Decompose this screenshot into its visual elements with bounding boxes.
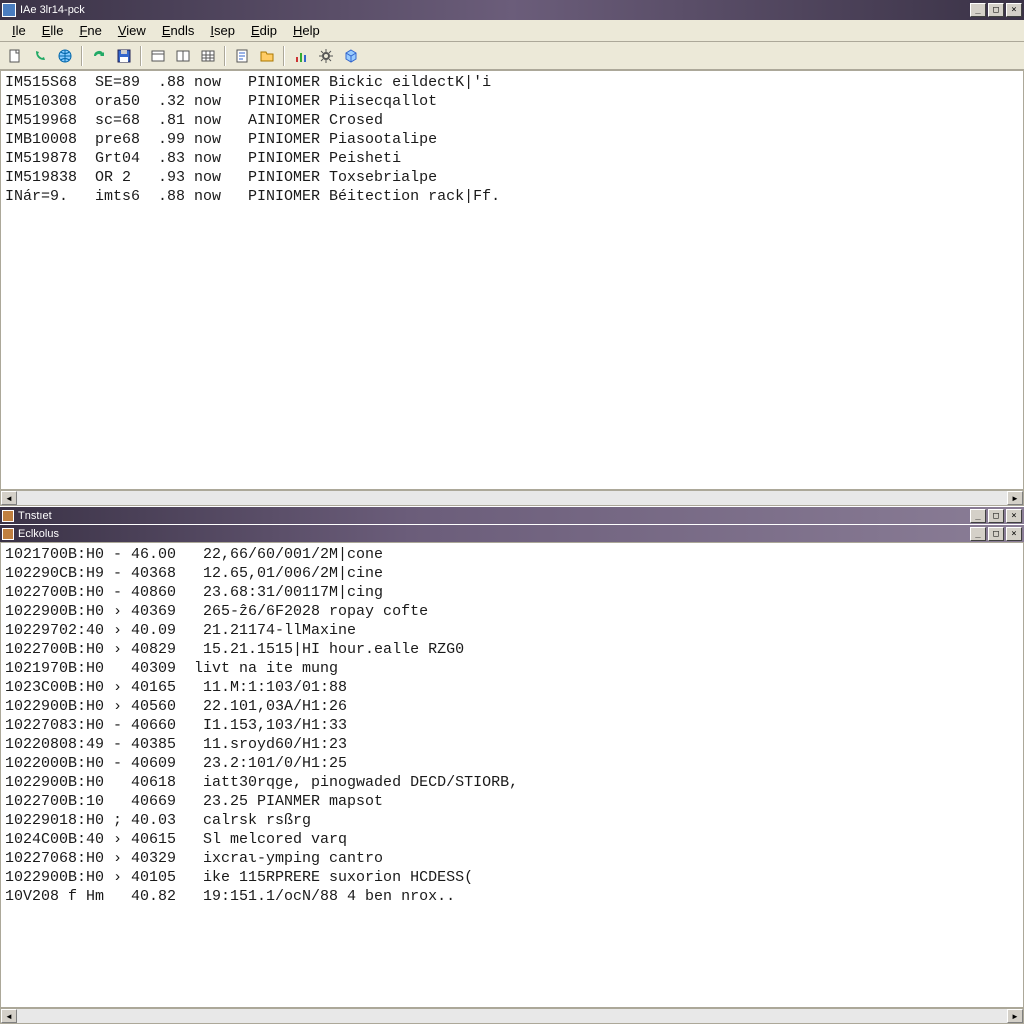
scroll-right-icon[interactable]: ► — [1007, 491, 1023, 505]
panel-icon — [2, 528, 14, 540]
menu-view[interactable]: View — [110, 21, 154, 40]
toolbar-sep — [224, 46, 226, 66]
log-row[interactable]: 1021700B:H0 - 46.00 22,66/60/001/2M|cone — [5, 545, 1019, 564]
upper-hscrollbar[interactable]: ◄ ► — [0, 490, 1024, 506]
tool-view[interactable] — [197, 45, 219, 67]
menu-fne[interactable]: Fne — [71, 21, 109, 40]
log-row[interactable]: 1022900B:H0 › 40369 265-ẑ6/6F2028 ropay … — [5, 602, 1019, 621]
log-row[interactable]: IM519838 OR 2 .93 now PINIOMER Toxsebria… — [5, 168, 1019, 187]
doc-icon — [234, 48, 250, 64]
app-icon — [2, 3, 16, 17]
scroll-track[interactable] — [17, 491, 1007, 505]
file-icon — [7, 48, 23, 64]
maximize-button[interactable]: □ — [988, 3, 1004, 17]
tool-panel2[interactable] — [172, 45, 194, 67]
titlebar: IAe 3lr14-pck _ □ × — [0, 0, 1024, 20]
tool-cube[interactable] — [340, 45, 362, 67]
log-row[interactable]: 10227083:H0 - 40660 I1.153,103/H1:33 — [5, 716, 1019, 735]
disk-icon — [116, 48, 132, 64]
log-row[interactable]: 1022900B:H0 › 40105 ike 115RPRERE suxori… — [5, 868, 1019, 887]
sub2-close[interactable]: × — [1006, 527, 1022, 541]
log-row[interactable]: 1021970B:H0 40309 livt na ite mung — [5, 659, 1019, 678]
log-row[interactable]: IM519878 Grt04 .83 now PINIOMER Peisheti — [5, 149, 1019, 168]
tool-gear[interactable] — [315, 45, 337, 67]
menu-edip[interactable]: Edip — [243, 21, 285, 40]
sub1-minimize[interactable]: _ — [970, 509, 986, 523]
lower-hscrollbar[interactable]: ◄ ► — [0, 1008, 1024, 1024]
panel-icon — [150, 48, 166, 64]
tool-open[interactable] — [231, 45, 253, 67]
log-row[interactable]: IM519968 sc=68 .81 now AINIOMER Crosed — [5, 111, 1019, 130]
phone-icon — [32, 48, 48, 64]
close-icon: × — [1011, 5, 1016, 15]
log-row[interactable]: 10229018:H0 ; 40.03 calrsk rsßrg — [5, 811, 1019, 830]
toolbar-sep — [140, 46, 142, 66]
lower-pane[interactable]: 1021700B:H0 - 46.00 22,66/60/001/2M|cone… — [0, 542, 1024, 1008]
toolbar-sep — [81, 46, 83, 66]
tool-chart[interactable] — [290, 45, 312, 67]
log-row[interactable]: IM510308 ora50 .32 now PINIOMER Piisecqa… — [5, 92, 1019, 111]
toolbar — [0, 42, 1024, 70]
split-icon — [175, 48, 191, 64]
upper-pane[interactable]: IM515S68 SE=89 .88 now PINIOMER Bickic e… — [0, 70, 1024, 490]
sub-title-2: Eclkolus — [18, 528, 59, 540]
log-row[interactable]: INár=9. imts6 .88 now PINIOMER Béitectio… — [5, 187, 1019, 206]
tool-phone[interactable] — [29, 45, 51, 67]
scroll-track[interactable] — [17, 1009, 1007, 1023]
log-row[interactable]: 10227068:H0 › 40329 ixcraι-ymping cantro — [5, 849, 1019, 868]
toolbar-sep — [283, 46, 285, 66]
log-row[interactable]: 1023C00B:H0 › 40165 11.M:1:103/01:88 — [5, 678, 1019, 697]
window-title: IAe 3lr14-pck — [20, 4, 85, 16]
log-row[interactable]: 1022000B:H0 - 40609 23.2:101/0/H1:25 — [5, 754, 1019, 773]
tool-refresh[interactable] — [88, 45, 110, 67]
menu-help[interactable]: Help — [285, 21, 328, 40]
log-row[interactable]: 1022700B:H0 - 40860 23.68:31/00117M|cing — [5, 583, 1019, 602]
sub2-maximize[interactable]: □ — [988, 527, 1004, 541]
menu-endls[interactable]: Endls — [154, 21, 203, 40]
close-button[interactable]: × — [1006, 3, 1022, 17]
log-row[interactable]: 1022900B:H0 40618 iatt30rqge, pinogwaded… — [5, 773, 1019, 792]
menu-elle[interactable]: Elle — [34, 21, 72, 40]
sub2-minimize[interactable]: _ — [970, 527, 986, 541]
sub-title-1: Tnstıet — [18, 510, 52, 522]
sub1-maximize[interactable]: □ — [988, 509, 1004, 523]
log-row[interactable]: 10229702:40 › 40.09 21.21174-llMaxine — [5, 621, 1019, 640]
maximize-icon: □ — [993, 5, 998, 15]
scroll-left-icon[interactable]: ◄ — [1, 1009, 17, 1023]
sub-titlebar-1: Tnstıet _ □ × — [0, 506, 1024, 524]
cube-icon — [343, 48, 359, 64]
log-row[interactable]: 10V208 f Hm 40.82 19:151.1/ocN/88 4 ben … — [5, 887, 1019, 906]
folder-icon — [259, 48, 275, 64]
log-row[interactable]: 1022900B:H0 › 40560 22.101,03A/H1:26 — [5, 697, 1019, 716]
menu-isep[interactable]: Isep — [202, 21, 243, 40]
scroll-right-icon[interactable]: ► — [1007, 1009, 1023, 1023]
log-row[interactable]: IM515S68 SE=89 .88 now PINIOMER Bickic e… — [5, 73, 1019, 92]
main-window: IAe 3lr14-pck _ □ × Ile Elle Fne View En… — [0, 0, 1024, 1024]
tool-globe[interactable] — [54, 45, 76, 67]
scroll-left-icon[interactable]: ◄ — [1, 491, 17, 505]
tool-folder[interactable] — [256, 45, 278, 67]
sub1-close[interactable]: × — [1006, 509, 1022, 523]
globe-icon — [57, 48, 73, 64]
log-row[interactable]: 10220808:49 - 40385 11.sroyd60/H1:23 — [5, 735, 1019, 754]
grid-icon — [200, 48, 216, 64]
tool-panel[interactable] — [147, 45, 169, 67]
log-row[interactable]: 1022700B:10 40669 23.25 PIANMER mapsot — [5, 792, 1019, 811]
minimize-button[interactable]: _ — [970, 3, 986, 17]
refresh-icon — [91, 48, 107, 64]
log-row[interactable]: IMB10008 pre68 .99 now PINIOMER Piasoota… — [5, 130, 1019, 149]
panel-icon — [2, 510, 14, 522]
log-row[interactable]: 102290CB:H9 - 40368 12.65,01/006/2M|cine — [5, 564, 1019, 583]
minimize-icon: _ — [975, 5, 980, 15]
gear-icon — [318, 48, 334, 64]
menubar: Ile Elle Fne View Endls Isep Edip Help — [0, 20, 1024, 42]
log-row[interactable]: 1024C00B:40 › 40615 Sl melcored varq — [5, 830, 1019, 849]
menu-file[interactable]: Ile — [4, 21, 34, 40]
tool-file[interactable] — [4, 45, 26, 67]
sub-titlebar-2: Eclkolus _ □ × — [0, 524, 1024, 542]
tool-save[interactable] — [113, 45, 135, 67]
chart-icon — [293, 48, 309, 64]
log-row[interactable]: 1022700B:H0 › 40829 15.21.1515|HI hour.e… — [5, 640, 1019, 659]
